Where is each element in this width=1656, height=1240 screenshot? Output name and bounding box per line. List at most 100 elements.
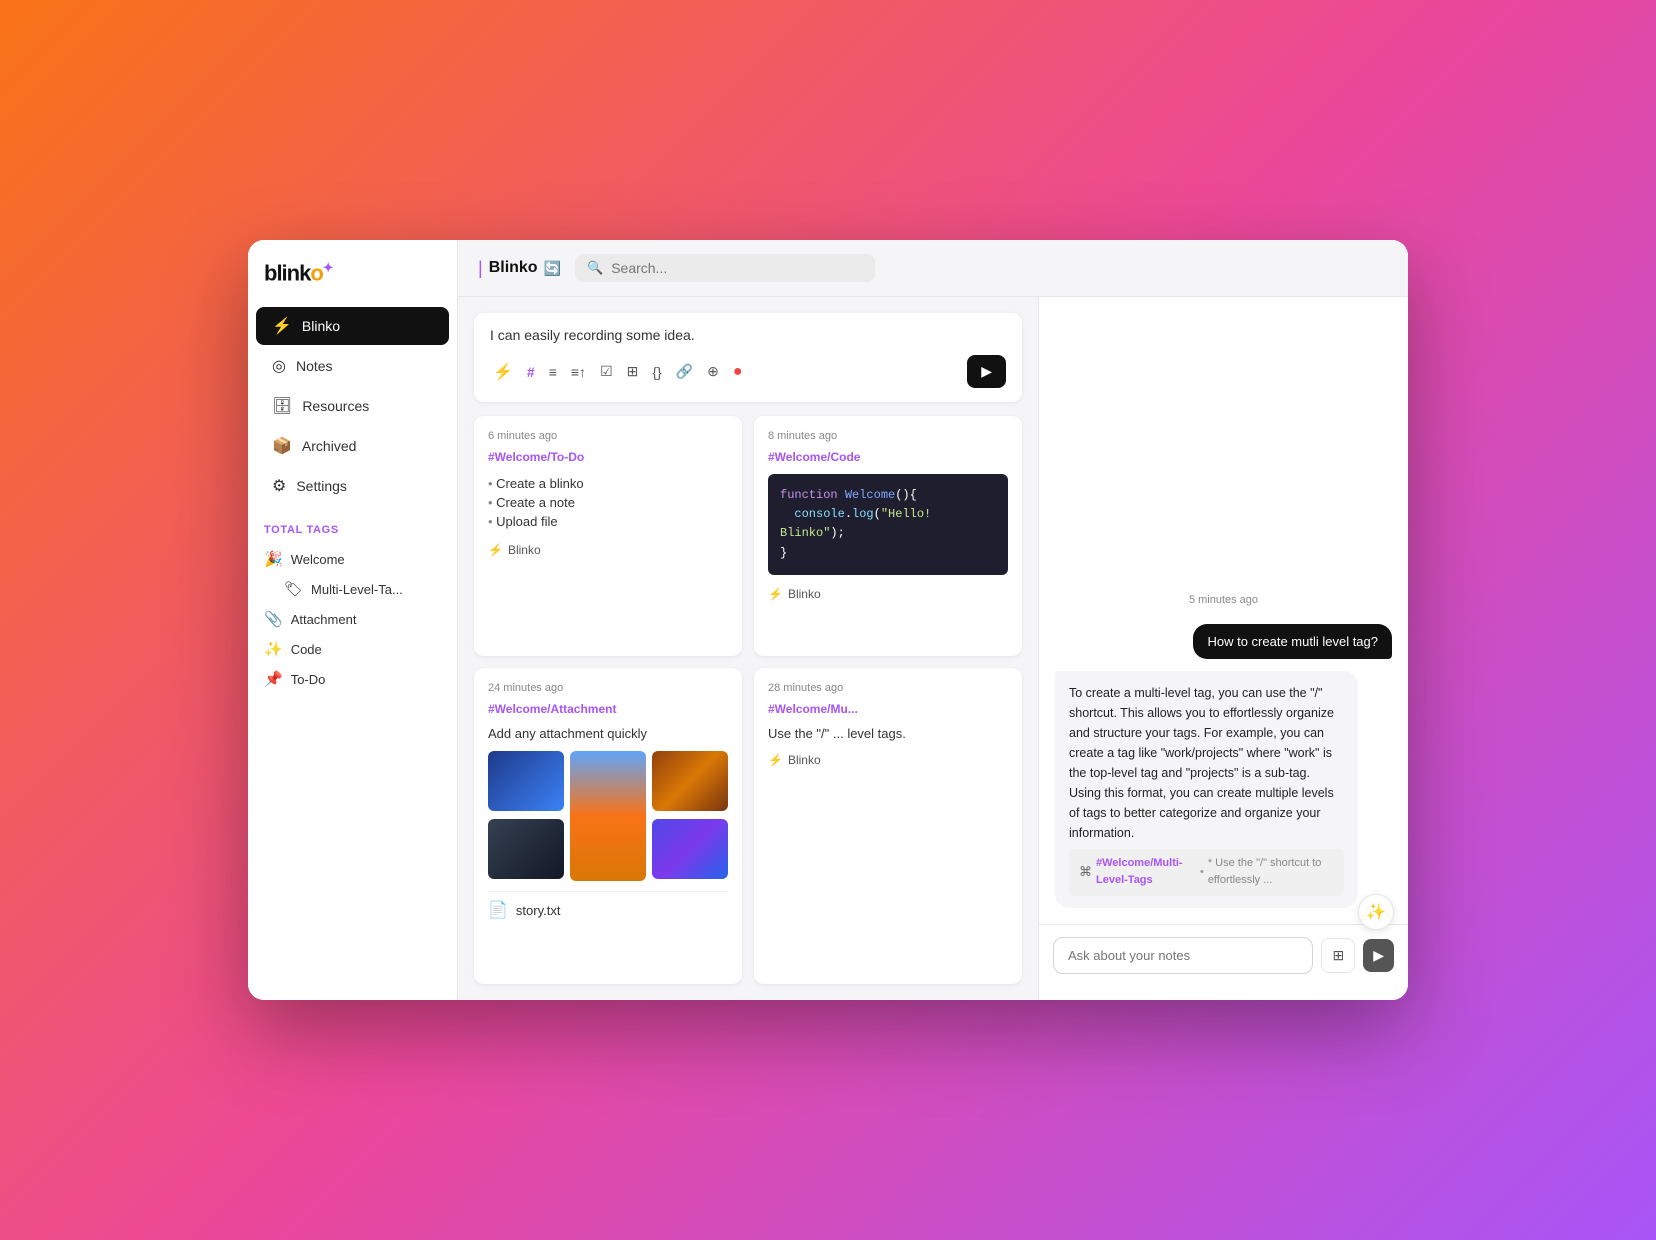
- toolbar-link-btn[interactable]: 🔗: [673, 360, 696, 383]
- card-footer-multilevel: ⚡ Blinko: [768, 753, 1008, 767]
- code-block: function Welcome(){ console.log("Hello! …: [768, 474, 1008, 575]
- ai-chat-input[interactable]: [1053, 937, 1313, 974]
- sidebar: blinko✦ ⚡ Blinko ◎ Notes 🗄 Resources 📦 A…: [248, 240, 458, 1000]
- ai-fab-container: ✨: [1039, 986, 1408, 1000]
- archived-icon: 📦: [272, 436, 292, 456]
- ai-input-area: ⊞ ▶: [1039, 924, 1408, 986]
- search-bar[interactable]: 🔍: [575, 254, 875, 282]
- attachment-tag-icon: 📎: [264, 610, 283, 628]
- todo-item-2: Create a note: [488, 493, 728, 512]
- toolbar-add-btn[interactable]: ⊕: [704, 360, 722, 383]
- code-tag[interactable]: #Welcome/Code: [768, 450, 1008, 464]
- tag-item-attachment[interactable]: 📎 Attachment: [248, 604, 457, 634]
- image-gears: [488, 819, 564, 879]
- source-preview: * Use the "/" shortcut to effortlessly .…: [1208, 855, 1334, 890]
- ai-fab-button[interactable]: ✨: [1358, 894, 1394, 930]
- todo-tag[interactable]: #Welcome/To-Do: [488, 450, 728, 464]
- notes-icon: ◎: [272, 356, 286, 376]
- attachment-card-time: 24 minutes ago: [488, 682, 728, 694]
- code-card-time: 8 minutes ago: [768, 430, 1008, 442]
- ai-source[interactable]: ⌘ #Welcome/Multi-Level-Tags • * Use the …: [1069, 849, 1344, 896]
- note-input-area: I can easily recording some idea. ⚡ # ≡ …: [474, 313, 1022, 402]
- card-footer-code: ⚡ Blinko: [768, 587, 1008, 601]
- footer-username-multilevel: Blinko: [788, 753, 821, 767]
- search-icon: 🔍: [587, 260, 603, 276]
- resources-icon: 🗄: [272, 396, 292, 416]
- footer-dot-icon: ⚡: [488, 543, 503, 557]
- image-tower: [570, 751, 646, 881]
- tag-item-code[interactable]: ✨ Code: [248, 634, 457, 664]
- content-area: I can easily recording some idea. ⚡ # ≡ …: [458, 297, 1408, 1000]
- footer-username-code: Blinko: [788, 587, 821, 601]
- nav-item-archived[interactable]: 📦 Archived: [256, 427, 449, 465]
- multilevel-tag-icon: 🏷: [284, 580, 303, 598]
- toolbar-code-btn[interactable]: {}: [649, 361, 664, 383]
- toolbar-hash-btn[interactable]: #: [524, 361, 538, 383]
- user-message: How to create mutli level tag?: [1193, 624, 1392, 659]
- toolbar-list-btn[interactable]: ≡: [546, 361, 560, 383]
- nav-item-settings[interactable]: ⚙ Settings: [256, 467, 449, 505]
- code-tag-icon: ✨: [264, 640, 283, 658]
- title-divider: |: [478, 258, 483, 279]
- search-input[interactable]: [611, 260, 863, 276]
- card-footer-todo: ⚡ Blinko: [488, 543, 728, 557]
- toolbar-lightning-btn[interactable]: ⚡: [490, 359, 516, 385]
- footer-dot-icon-code: ⚡: [768, 587, 783, 601]
- nav-item-blinko[interactable]: ⚡ Blinko: [256, 307, 449, 345]
- card-time: 6 minutes ago: [488, 430, 728, 442]
- nav-item-notes[interactable]: ◎ Notes: [256, 347, 449, 385]
- tag-item-todo[interactable]: 📌 To-Do: [248, 664, 457, 694]
- welcome-tag-icon: 🎉: [264, 550, 283, 568]
- tag-item-welcome[interactable]: 🎉 Welcome: [248, 544, 457, 574]
- input-placeholder-text: I can easily recording some idea.: [490, 327, 1006, 343]
- ai-chat-panel: 5 minutes ago How to create mutli level …: [1038, 297, 1408, 1000]
- file-item: 📄 story.txt: [488, 891, 728, 928]
- toolbar: ⚡ # ≡ ≡↑ ☑ ⊞ {} 🔗 ⊕ ● ▶: [490, 355, 1006, 388]
- attachment-tag[interactable]: #Welcome/Attachment: [488, 702, 728, 716]
- ai-messages: 5 minutes ago How to create mutli level …: [1039, 297, 1408, 924]
- source-preview-text: •: [1200, 864, 1204, 882]
- notes-feed: I can easily recording some idea. ⚡ # ≡ …: [458, 297, 1038, 1000]
- page-title: Blinko: [489, 259, 538, 277]
- app-window: blinko✦ ⚡ Blinko ◎ Notes 🗄 Resources 📦 A…: [248, 240, 1408, 1000]
- settings-icon: ⚙: [272, 476, 286, 496]
- multilevel-card: 28 minutes ago #Welcome/Mu... Use the "/…: [754, 668, 1022, 984]
- logo: blinko✦: [248, 260, 457, 306]
- ai-send-button[interactable]: ▶: [1363, 939, 1394, 972]
- ai-timestamp: 5 minutes ago: [1055, 594, 1392, 606]
- source-tag-text: #Welcome/Multi-Level-Tags: [1096, 855, 1196, 890]
- main-area: | Blinko 🔄 🔍 I can easily recording some…: [458, 240, 1408, 1000]
- image-hands: [488, 751, 564, 811]
- toolbar-checklist-btn[interactable]: ☑: [597, 360, 616, 383]
- tags-section: TOTAL TAGS: [248, 506, 457, 544]
- ai-grid-button[interactable]: ⊞: [1321, 938, 1355, 973]
- image-building: [652, 751, 728, 811]
- ai-response: To create a multi-level tag, you can use…: [1055, 671, 1358, 908]
- todo-card: 6 minutes ago #Welcome/To-Do Create a bl…: [474, 416, 742, 656]
- source-key-icon: ⌘: [1079, 862, 1092, 883]
- tag-item-multilevel[interactable]: 🏷 Multi-Level-Ta...: [248, 574, 457, 604]
- toolbar-table-btn[interactable]: ⊞: [624, 360, 642, 383]
- file-icon: 📄: [488, 900, 508, 920]
- nav-item-resources[interactable]: 🗄 Resources: [256, 387, 449, 425]
- todo-tag-icon: 📌: [264, 670, 283, 688]
- multilevel-description: Use the "/" ... level tags.: [768, 726, 1008, 741]
- topbar-title: | Blinko 🔄: [478, 258, 561, 279]
- file-name: story.txt: [516, 903, 561, 918]
- todo-item-3: Upload file: [488, 512, 728, 531]
- todo-list: Create a blinko Create a note Upload fil…: [488, 474, 728, 531]
- multilevel-tag[interactable]: #Welcome/Mu...: [768, 702, 1008, 716]
- logo-text: blinko✦: [264, 260, 333, 286]
- toolbar-ordered-list-btn[interactable]: ≡↑: [568, 361, 589, 383]
- footer-username: Blinko: [508, 543, 541, 557]
- fab-sparkle-icon: ✨: [1366, 902, 1386, 922]
- blinko-icon: ⚡: [272, 316, 292, 336]
- send-button[interactable]: ▶: [967, 355, 1006, 388]
- attachment-images: [488, 751, 728, 881]
- sync-icon[interactable]: 🔄: [544, 260, 561, 277]
- topbar: | Blinko 🔄 🔍: [458, 240, 1408, 297]
- todo-item-1: Create a blinko: [488, 474, 728, 493]
- attachment-card: 24 minutes ago #Welcome/Attachment Add a…: [474, 668, 742, 984]
- toolbar-record-btn[interactable]: ●: [730, 360, 746, 384]
- ai-response-text: To create a multi-level tag, you can use…: [1069, 686, 1334, 840]
